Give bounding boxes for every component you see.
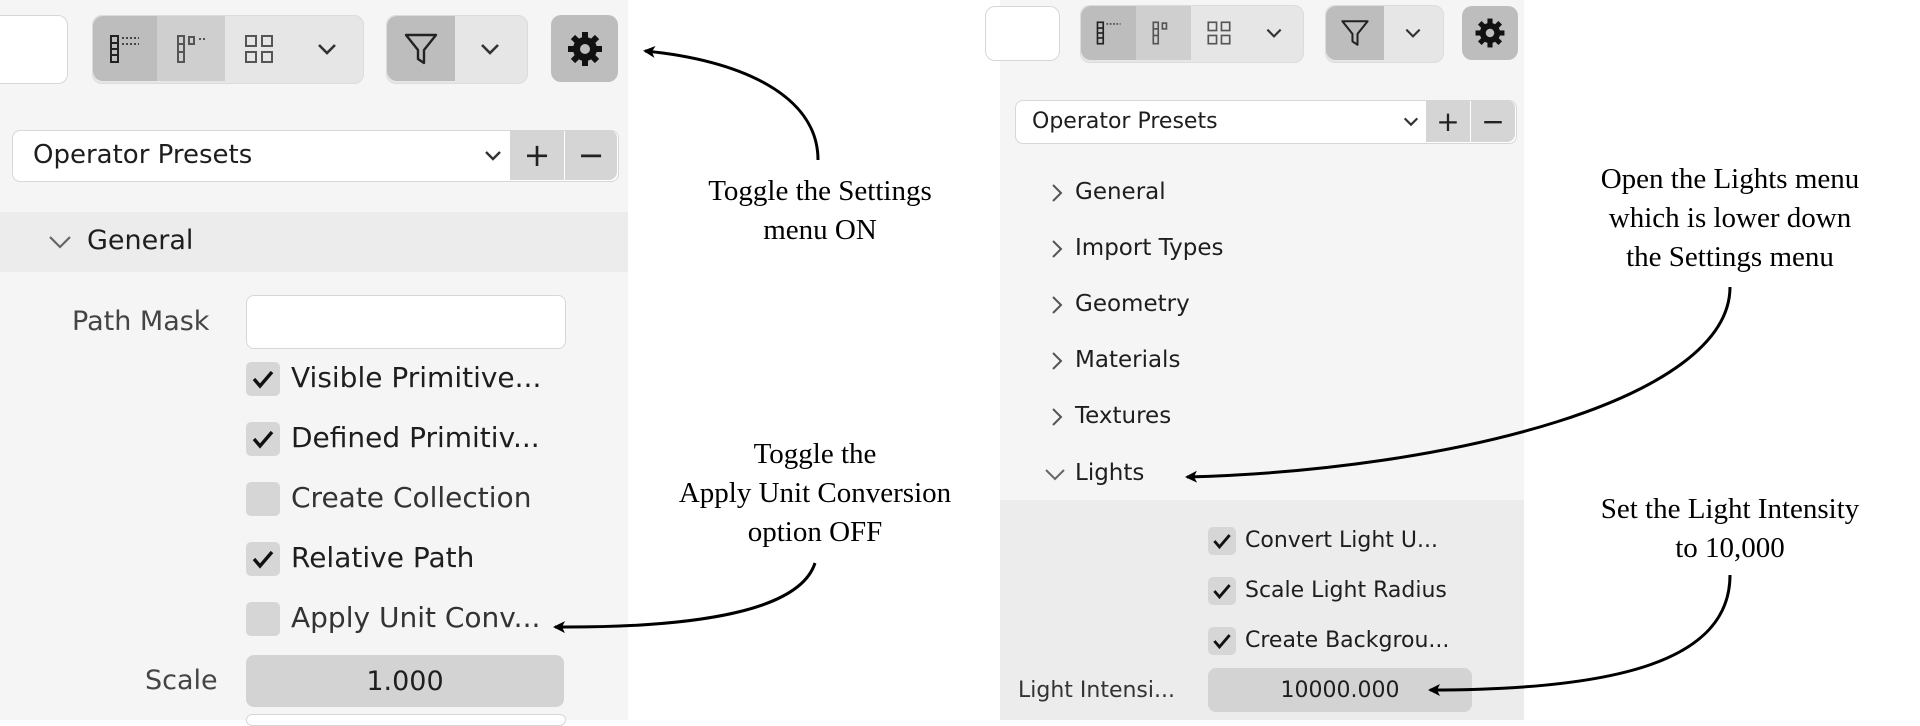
annotation-arrows <box>553 45 1732 696</box>
arrow-to-settings <box>643 45 820 161</box>
arrow-to-unit-conversion <box>553 562 817 634</box>
arrow-to-intensity <box>1428 574 1732 696</box>
arrow-to-lights <box>1185 286 1732 483</box>
